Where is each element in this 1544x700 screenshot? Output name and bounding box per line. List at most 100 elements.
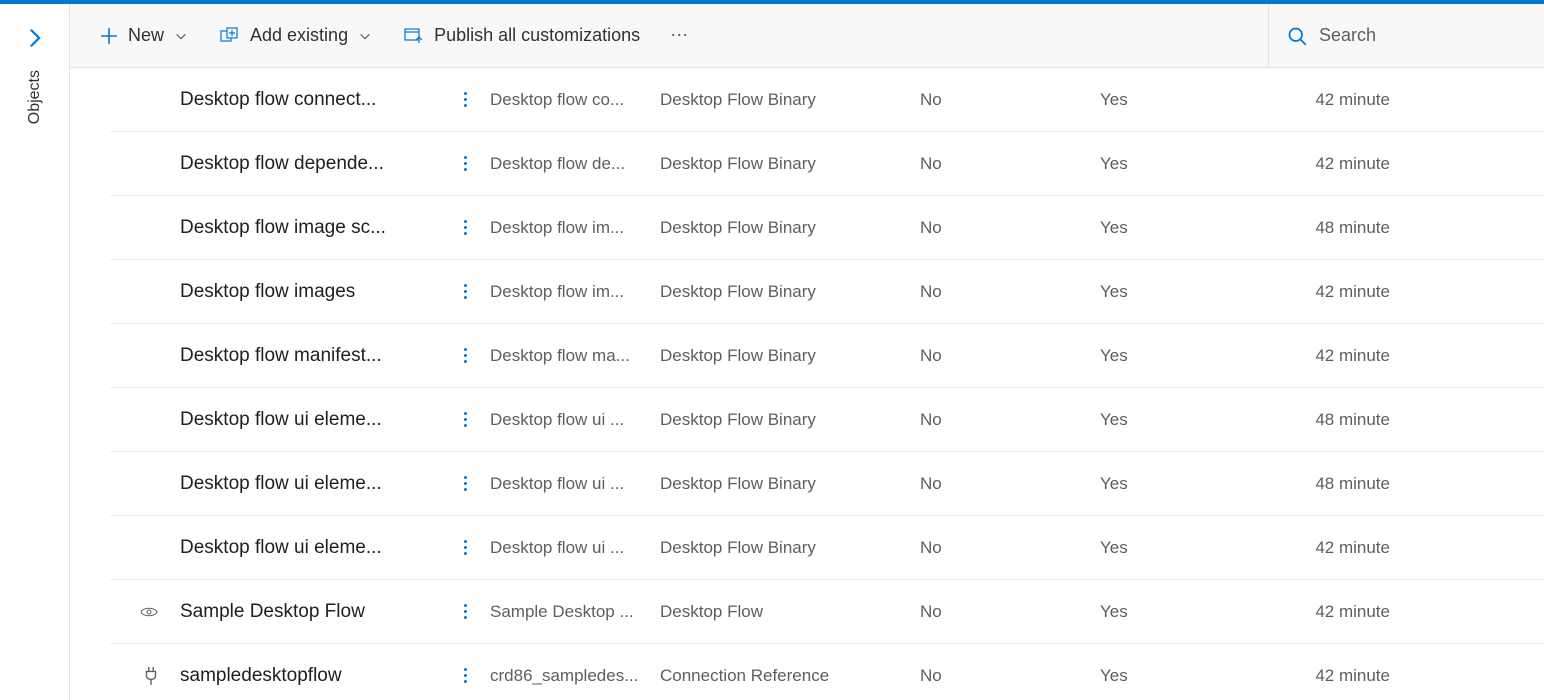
command-bar-left: New Add existing — [86, 17, 702, 54]
search-icon — [1287, 26, 1307, 46]
managed-cell: No — [920, 218, 1100, 238]
managed-cell: No — [920, 154, 1100, 174]
more-vertical-icon — [464, 348, 467, 363]
row-actions-button[interactable] — [440, 476, 490, 491]
row-actions-button[interactable] — [440, 284, 490, 299]
more-vertical-icon — [464, 604, 467, 619]
managed-cell: No — [920, 346, 1100, 366]
modified-cell: 48 minute — [1270, 474, 1390, 494]
row-type-icon — [110, 605, 180, 619]
chevron-down-icon — [174, 29, 188, 43]
customizable-cell: Yes — [1100, 538, 1270, 558]
name-cell: Desktop flow ui ... — [490, 410, 660, 430]
table-row[interactable]: Desktop flow image sc... Desktop flow im.… — [110, 196, 1544, 260]
modified-cell: 42 minute — [1270, 282, 1390, 302]
display-name-cell[interactable]: Desktop flow ui eleme... — [180, 409, 440, 431]
row-actions-button[interactable] — [440, 540, 490, 555]
row-actions-button[interactable] — [440, 92, 490, 107]
type-cell: Desktop Flow Binary — [660, 538, 920, 558]
type-cell: Desktop Flow Binary — [660, 90, 920, 110]
more-vertical-icon — [464, 476, 467, 491]
customizable-cell: Yes — [1100, 218, 1270, 238]
search-input[interactable] — [1319, 25, 1499, 46]
add-existing-icon — [220, 27, 240, 45]
row-actions-button[interactable] — [440, 668, 490, 683]
type-cell: Desktop Flow Binary — [660, 282, 920, 302]
new-button-label: New — [128, 25, 164, 46]
display-name-cell[interactable]: Desktop flow images — [180, 281, 440, 303]
row-actions-button[interactable] — [440, 348, 490, 363]
modified-cell: 42 minute — [1270, 90, 1390, 110]
name-cell: Desktop flow ui ... — [490, 474, 660, 494]
row-actions-button[interactable] — [440, 412, 490, 427]
name-cell: Desktop flow im... — [490, 218, 660, 238]
name-cell: Desktop flow im... — [490, 282, 660, 302]
modified-cell: 42 minute — [1270, 154, 1390, 174]
plus-icon — [100, 27, 118, 45]
publish-icon — [404, 27, 424, 45]
managed-cell: No — [920, 474, 1100, 494]
display-name-cell[interactable]: Sample Desktop Flow — [180, 601, 440, 623]
type-cell: Desktop Flow Binary — [660, 154, 920, 174]
app-shell: Objects New — [0, 4, 1544, 700]
name-cell: crd86_sampledes... — [490, 666, 660, 686]
modified-cell: 42 minute — [1270, 666, 1390, 686]
publish-button[interactable]: Publish all customizations — [390, 17, 654, 54]
more-vertical-icon — [464, 412, 467, 427]
objects-table: Desktop flow connect... Desktop flow co..… — [70, 68, 1544, 700]
add-existing-button[interactable]: Add existing — [206, 17, 386, 54]
customizable-cell: Yes — [1100, 346, 1270, 366]
table-row[interactable]: Desktop flow manifest... Desktop flow ma.… — [110, 324, 1544, 388]
display-name-cell[interactable]: Desktop flow manifest... — [180, 345, 440, 367]
display-name-cell[interactable]: Desktop flow depende... — [180, 153, 440, 175]
row-actions-button[interactable] — [440, 156, 490, 171]
row-type-icon — [110, 667, 180, 685]
table-row[interactable]: Desktop flow ui eleme... Desktop flow ui … — [110, 388, 1544, 452]
table-row[interactable]: sampledesktopflowcrd86_sampledes...Conne… — [110, 644, 1544, 700]
customizable-cell: Yes — [1100, 474, 1270, 494]
name-cell: Desktop flow co... — [490, 90, 660, 110]
more-vertical-icon — [464, 668, 467, 683]
modified-cell: 48 minute — [1270, 410, 1390, 430]
expand-panel-button[interactable] — [13, 16, 57, 60]
table-row[interactable]: Desktop flow ui eleme... Desktop flow ui … — [110, 452, 1544, 516]
search-box[interactable] — [1268, 4, 1528, 67]
more-vertical-icon — [464, 92, 467, 107]
type-cell: Desktop Flow Binary — [660, 346, 920, 366]
customizable-cell: Yes — [1100, 282, 1270, 302]
type-cell: Desktop Flow Binary — [660, 410, 920, 430]
row-actions-button[interactable] — [440, 604, 490, 619]
display-name-cell[interactable]: Desktop flow image sc... — [180, 217, 440, 239]
row-actions-button[interactable] — [440, 220, 490, 235]
modified-cell: 42 minute — [1270, 346, 1390, 366]
side-rail-label: Objects — [26, 70, 44, 124]
new-button[interactable]: New — [86, 17, 202, 54]
type-cell: Desktop Flow — [660, 602, 920, 622]
table-row[interactable]: Desktop flow depende...Desktop flow de..… — [110, 132, 1544, 196]
publish-label: Publish all customizations — [434, 25, 640, 46]
table-row[interactable]: Desktop flow connect... Desktop flow co..… — [110, 68, 1544, 132]
chevron-right-icon — [24, 27, 46, 49]
name-cell: Desktop flow ma... — [490, 346, 660, 366]
chevron-down-icon — [358, 29, 372, 43]
display-name-cell[interactable]: sampledesktopflow — [180, 665, 440, 687]
side-rail: Objects — [0, 4, 70, 700]
more-vertical-icon — [464, 220, 467, 235]
main-area: New Add existing — [70, 4, 1544, 700]
add-existing-label: Add existing — [250, 25, 348, 46]
display-name-cell[interactable]: Desktop flow ui eleme... — [180, 537, 440, 559]
table-row[interactable]: Sample Desktop Flow Sample Desktop ...Des… — [110, 580, 1544, 644]
overflow-menu-button[interactable]: ⋯ — [658, 17, 702, 54]
display-name-cell[interactable]: Desktop flow ui eleme... — [180, 473, 440, 495]
name-cell: Sample Desktop ... — [490, 602, 660, 622]
customizable-cell: Yes — [1100, 410, 1270, 430]
modified-cell: 48 minute — [1270, 218, 1390, 238]
managed-cell: No — [920, 90, 1100, 110]
customizable-cell: Yes — [1100, 154, 1270, 174]
modified-cell: 42 minute — [1270, 538, 1390, 558]
more-vertical-icon — [464, 540, 467, 555]
type-cell: Desktop Flow Binary — [660, 474, 920, 494]
table-row[interactable]: Desktop flow images Desktop flow im...Des… — [110, 260, 1544, 324]
table-row[interactable]: Desktop flow ui eleme...Desktop flow ui … — [110, 516, 1544, 580]
display-name-cell[interactable]: Desktop flow connect... — [180, 89, 440, 111]
